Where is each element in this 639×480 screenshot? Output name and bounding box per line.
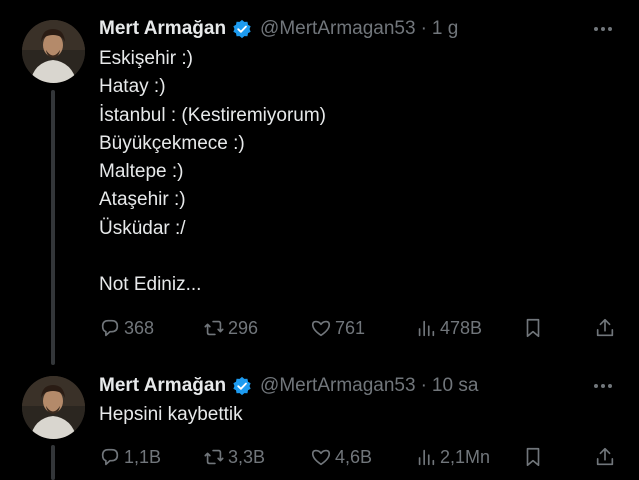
retweet-button[interactable]: 3,3B bbox=[203, 443, 265, 471]
more-options-icon[interactable] bbox=[588, 376, 618, 396]
tweet-text-line: İstanbul : (Kestiremiyorum) bbox=[99, 104, 327, 126]
retweet-button[interactable]: 296 bbox=[203, 314, 258, 342]
thread-line bbox=[51, 90, 55, 365]
share-icon bbox=[596, 447, 614, 466]
like-button[interactable]: 761 bbox=[310, 314, 365, 342]
author-handle[interactable]: @MertArmagan53 bbox=[260, 18, 416, 40]
tweet-text-line: Maltepe :) bbox=[99, 161, 184, 183]
separator-dot: · bbox=[420, 375, 427, 396]
thread-line bbox=[51, 445, 55, 480]
tweet-2[interactable]: Mert Armağan @MertArmagan53 · 10 sa Heps… bbox=[0, 365, 639, 480]
action-bar: 1,1B 3,3B 4,6B 2,1Mn bbox=[99, 443, 619, 471]
views-button[interactable]: 2,1Mn bbox=[415, 443, 490, 471]
tweet-text-line: Büyükçekmece :) bbox=[99, 132, 245, 154]
reply-count: 1,1B bbox=[124, 446, 162, 467]
author-name[interactable]: Mert Armağan bbox=[99, 18, 226, 40]
tweet-1[interactable]: Mert Armağan @MertArmagan53 · 1 g Eskişe… bbox=[0, 0, 639, 365]
bookmark-icon bbox=[526, 447, 540, 467]
tweet-text-line: Eskişehir :) bbox=[99, 48, 193, 69]
views-icon bbox=[418, 320, 435, 337]
more-options-icon[interactable] bbox=[588, 19, 618, 39]
timestamp[interactable]: 10 sa bbox=[432, 375, 478, 397]
tweet-text-line: Hepsini kaybettik bbox=[99, 404, 243, 425]
reply-count: 368 bbox=[124, 317, 155, 338]
avatar[interactable] bbox=[22, 376, 85, 439]
verified-badge-icon bbox=[233, 376, 251, 396]
reply-icon bbox=[101, 448, 119, 466]
view-count: 2,1Mn bbox=[440, 446, 491, 467]
view-count: 478B bbox=[440, 317, 483, 338]
separator-dot: · bbox=[420, 18, 427, 39]
reply-icon bbox=[101, 319, 119, 337]
tweet-text: Hepsini kaybettik bbox=[99, 401, 243, 429]
bookmark-icon bbox=[526, 318, 540, 338]
author-name[interactable]: Mert Armağan bbox=[99, 375, 226, 397]
retweet-count: 296 bbox=[228, 317, 259, 338]
tweet-text-line bbox=[99, 243, 326, 271]
share-icon bbox=[596, 318, 614, 337]
like-icon bbox=[311, 320, 331, 337]
views-icon bbox=[418, 449, 435, 466]
views-button[interactable]: 478B bbox=[415, 314, 482, 342]
action-bar: 368 296 761 478B bbox=[99, 314, 619, 342]
share-button[interactable] bbox=[594, 443, 619, 471]
verified-badge-icon bbox=[233, 19, 251, 39]
retweet-icon bbox=[204, 449, 224, 465]
tweet-header: Mert Armağan @MertArmagan53 · 10 sa bbox=[99, 373, 478, 399]
bookmark-button[interactable] bbox=[522, 443, 547, 471]
timestamp[interactable]: 1 g bbox=[432, 18, 458, 40]
like-count: 761 bbox=[335, 317, 366, 338]
tweet-header: Mert Armağan @MertArmagan53 · 1 g bbox=[99, 16, 458, 42]
tweet-text-line: Ataşehir :) bbox=[99, 189, 186, 211]
like-icon bbox=[311, 449, 331, 466]
tweet-text-line: Hatay :) bbox=[99, 76, 166, 98]
bookmark-button[interactable] bbox=[522, 314, 547, 342]
tweet-text-line: Not Ediniz... bbox=[99, 274, 202, 296]
author-handle[interactable]: @MertArmagan53 bbox=[260, 375, 416, 397]
like-button[interactable]: 4,6B bbox=[310, 443, 372, 471]
tweet-text: Eskişehir :) Hatay :) İstanbul : (Kestir… bbox=[99, 45, 326, 300]
reply-button[interactable]: 1,1B bbox=[99, 443, 161, 471]
avatar[interactable] bbox=[22, 20, 85, 83]
tweet-text-line: Üsküdar :/ bbox=[99, 217, 186, 239]
retweet-count: 3,3B bbox=[228, 446, 266, 467]
share-button[interactable] bbox=[594, 314, 619, 342]
like-count: 4,6B bbox=[335, 446, 373, 467]
retweet-icon bbox=[204, 320, 224, 336]
reply-button[interactable]: 368 bbox=[99, 314, 154, 342]
